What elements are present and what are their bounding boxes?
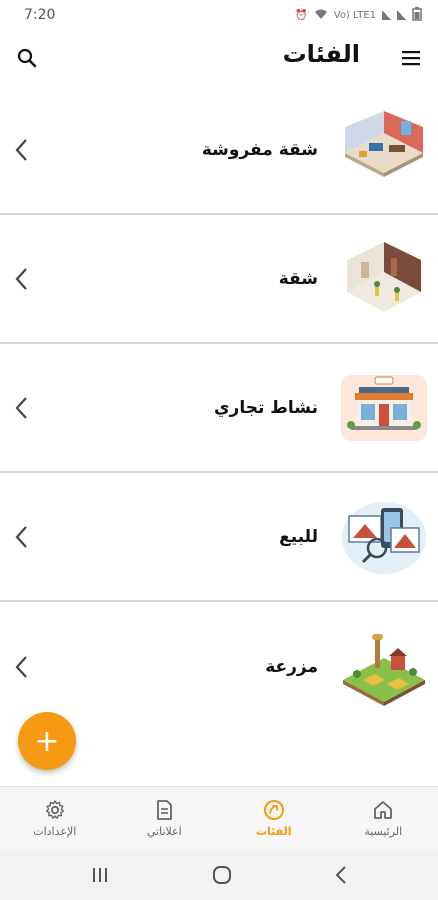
- alarm-icon: ⏰: [295, 9, 308, 21]
- category-row-apartment[interactable]: شقة: [0, 215, 438, 344]
- status-bar: 7:20 ⏰ Vo) LTE1: [0, 0, 438, 30]
- wifi-icon: [314, 8, 328, 23]
- categories-icon: [263, 800, 284, 820]
- settings-icon: [45, 800, 64, 819]
- category-label: مزرعة: [265, 656, 318, 677]
- category-list: شقة مفروشة شقة نشاط تجاري للبيع مزرعة: [0, 86, 438, 731]
- shop-illustration: [340, 368, 428, 448]
- hamburger-menu-icon: [402, 51, 420, 66]
- nav-item-home[interactable]: الرئيسية: [329, 787, 438, 850]
- recent-apps-icon[interactable]: [90, 866, 110, 884]
- nav-label: اعلاناتي: [146, 825, 182, 838]
- chevron-left-icon: [15, 396, 27, 419]
- nav-label: الفئات: [256, 825, 292, 838]
- category-row-furnished-apartment[interactable]: شقة مفروشة: [0, 86, 438, 215]
- nav-item-settings[interactable]: الإعدادات: [0, 787, 110, 850]
- status-time: 7:20: [24, 7, 56, 23]
- chevron-left-icon: [15, 525, 27, 548]
- signal-icon-2: [397, 10, 406, 20]
- nav-label: الرئيسية: [364, 825, 403, 838]
- category-row-commercial[interactable]: نشاط تجاري: [0, 344, 438, 473]
- my-ads-icon: [157, 800, 173, 820]
- bottom-nav: الرئيسية الفئات اعلاناتي الإعدادات: [0, 786, 438, 850]
- back-icon[interactable]: [334, 865, 348, 885]
- category-label: نشاط تجاري: [213, 397, 318, 418]
- chevron-left-icon: [15, 655, 27, 678]
- add-listing-button[interactable]: +: [18, 712, 76, 770]
- apartment-illustration: [340, 239, 428, 319]
- category-label: شقة مفروشة: [201, 139, 318, 160]
- farm-illustration: [340, 627, 428, 707]
- battery-icon: [412, 6, 422, 24]
- search-icon: [17, 48, 37, 68]
- network-label: Vo) LTE1: [333, 9, 376, 21]
- category-row-for-sale[interactable]: للبيع: [0, 473, 438, 602]
- plus-icon: +: [34, 723, 60, 759]
- nav-label: الإعدادات: [33, 825, 77, 838]
- home-icon: [374, 801, 393, 819]
- search-button[interactable]: [14, 45, 40, 71]
- chevron-left-icon: [15, 267, 27, 290]
- nav-item-categories[interactable]: الفئات: [219, 787, 329, 850]
- furnished-apartment-illustration: [340, 110, 428, 190]
- page-title: الفئات: [282, 40, 360, 68]
- menu-button[interactable]: [398, 45, 424, 71]
- signal-icon: [382, 10, 391, 20]
- app-bar: الفئات: [0, 30, 438, 86]
- system-nav-bar: [0, 850, 438, 900]
- category-row-farm[interactable]: مزرعة: [0, 602, 438, 731]
- category-label: للبيع: [279, 526, 318, 547]
- category-label: شقة: [278, 268, 318, 289]
- status-icons: ⏰ Vo) LTE1: [295, 6, 422, 24]
- home-button-icon[interactable]: [211, 864, 233, 886]
- for-sale-illustration: [340, 497, 428, 577]
- nav-item-my-ads[interactable]: اعلاناتي: [110, 787, 220, 850]
- chevron-left-icon: [15, 138, 27, 161]
